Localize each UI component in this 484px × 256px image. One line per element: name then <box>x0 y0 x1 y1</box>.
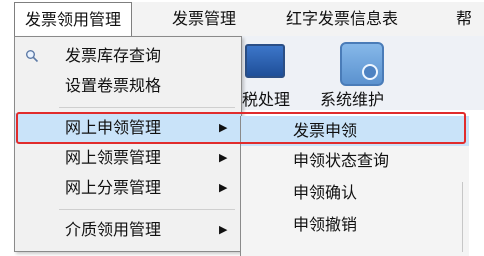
monitor-icon[interactable] <box>245 44 285 78</box>
submenu-item-claim-revoke[interactable]: 申领撤销 <box>241 210 469 240</box>
dropdown-item-online-pickup[interactable]: 网上领票管理 ▶ <box>15 143 241 173</box>
submenu-item-claim-status[interactable]: 申领状态查询 <box>241 146 469 176</box>
submenu-arrow-icon: ▶ <box>219 223 228 236</box>
menu-help[interactable]: 帮 <box>456 2 472 36</box>
dropdown-item-label: 介质领用管理 <box>65 220 162 239</box>
dropdown-item-label: 发票库存查询 <box>65 46 162 65</box>
menu-red-invoice-info[interactable]: 红字发票信息表 <box>286 2 398 36</box>
magnifier-icon <box>26 50 39 63</box>
menu-separator <box>59 209 235 210</box>
dropdown-item-label: 网上分票管理 <box>65 178 162 197</box>
submenu-item-label: 发票申领 <box>293 121 358 140</box>
submenu-arrow-icon: ▶ <box>219 151 228 164</box>
submenu-arrow-icon: ▶ <box>219 121 228 134</box>
menu-bar: 发票领用管理 发票管理 红字发票信息表 帮 <box>14 2 484 37</box>
panel-divider <box>462 182 463 252</box>
submenu-item-label: 申领确认 <box>293 183 358 202</box>
submenu-item-label: 申领撤销 <box>293 215 358 234</box>
submenu-item-label: 申领状态查询 <box>293 151 390 170</box>
dropdown-item-label: 设置卷票规格 <box>65 76 162 95</box>
folder-settings-icon[interactable] <box>340 42 384 86</box>
tax-processing-label[interactable]: 税处理 <box>242 86 290 110</box>
invoice-claim-dropdown: 发票库存查询 设置卷票规格 网上申领管理 ▶ 网上领票管理 ▶ 网上分票管理 ▶… <box>14 36 242 252</box>
submenu-arrow-icon: ▶ <box>219 181 228 194</box>
dropdown-item-label: 网上领票管理 <box>65 148 162 167</box>
online-claim-submenu: 发票申领 申领状态查询 申领确认 申领撤销 <box>240 116 469 256</box>
dropdown-item-online-distribution[interactable]: 网上分票管理 ▶ <box>15 173 241 203</box>
menu-invoice-claim-management[interactable]: 发票领用管理 <box>14 2 133 37</box>
app-window: 发票领用管理 发票管理 红字发票信息表 帮 税处理 系统维护 发票库存查询 设置… <box>0 0 484 256</box>
submenu-item-claim-confirm[interactable]: 申领确认 <box>241 178 469 208</box>
menu-invoice-management[interactable]: 发票管理 <box>172 2 236 36</box>
dropdown-item-label: 网上申领管理 <box>65 118 162 137</box>
dropdown-item-inventory-query[interactable]: 发票库存查询 <box>15 41 241 71</box>
system-maintenance-label[interactable]: 系统维护 <box>320 86 384 110</box>
gear-icon <box>362 64 378 80</box>
menu-separator <box>59 107 235 108</box>
dropdown-item-medium-claim[interactable]: 介质领用管理 ▶ <box>15 215 241 245</box>
dropdown-item-online-claim[interactable]: 网上申领管理 ▶ <box>15 113 241 143</box>
dropdown-item-roll-spec[interactable]: 设置卷票规格 <box>15 71 241 101</box>
submenu-item-invoice-claim[interactable]: 发票申领 <box>241 116 469 146</box>
